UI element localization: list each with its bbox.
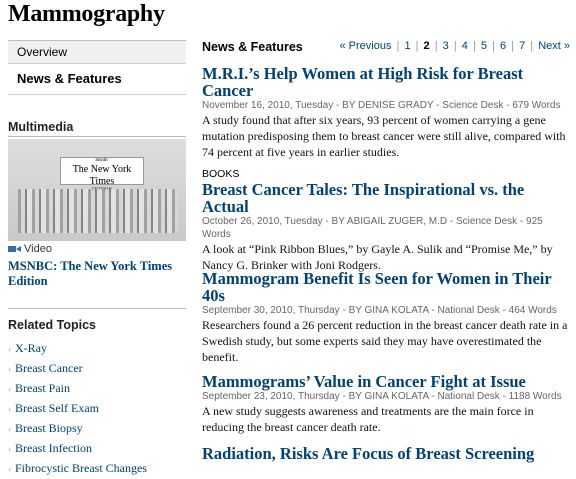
pager-page-link[interactable]: 6 [500,40,506,52]
article-headline-link[interactable]: M.R.I.’s Help Women at High Risk for Bre… [202,65,574,99]
related-topic-label: Breast Infection [15,441,92,455]
multimedia-heading: Multimedia [8,120,74,134]
pagination: « Previous | 1 | 2 | 3 | 4 | 5 | 6 | 7 |… [339,40,570,52]
bullet-icon: › [8,404,11,414]
divider [8,136,186,137]
related-topic-item[interactable]: › Breast Pain [8,378,186,398]
video-label: Video [8,243,52,255]
video-camera-icon [8,244,21,254]
pager-page-link[interactable]: 7 [519,40,525,52]
related-topic-item[interactable]: › Breast Biopsy [8,418,186,438]
related-topic-item[interactable]: › Fibrocystic Breast Changes [8,458,186,478]
pager-page-link[interactable]: 3 [443,40,449,52]
pager-page-link[interactable]: 4 [462,40,468,52]
article-summary: A study found that after six years, 93 p… [202,113,566,159]
related-topic-label: Breast Cancer [15,361,83,375]
pager-page-link[interactable]: 1 [404,40,410,52]
article-summary: A new study suggests awareness and treat… [202,404,534,434]
thumbnail-logo-text: The New York Times [72,164,132,187]
article-byline: October 26, 2010, Tuesday - BY ABIGAIL Z… [202,216,543,240]
thumbnail-card: msnbc The New York Times EDITION [60,157,144,193]
related-topic-item[interactable]: › Breast Infection [8,438,186,458]
article-headline-link[interactable]: Breast Cancer Tales: The Inspirational v… [202,181,574,215]
nav-overview[interactable]: Overview [8,40,186,64]
sidebar: Overview News & Features Multimedia msnb… [8,40,186,475]
related-topic-item[interactable]: › Breast Cancer [8,358,186,378]
article-item: BOOKS Breast Cancer Tales: The Inspirati… [202,168,574,273]
pager-current-page: 2 [423,40,430,52]
bullet-icon: › [8,344,11,354]
article-item: Mammogram Benefit Is Seen for Women in T… [202,270,574,365]
bullet-icon: › [8,364,11,374]
bullet-icon: › [8,384,11,394]
pager-separator: | [530,40,534,52]
pager-previous-link[interactable]: « Previous [339,40,391,52]
pager-next-link[interactable]: Next » [538,40,570,52]
video-title-link[interactable]: MSNBC: The New York Times Edition [8,259,188,289]
video-thumbnail[interactable]: msnbc The New York Times EDITION [8,139,186,241]
pager-separator: | [434,40,438,52]
article-headline-link[interactable]: Radiation, Risks Are Focus of Breast Scr… [202,445,574,462]
pager-separator: | [396,40,400,52]
article-item: Mammograms’ Value in Cancer Fight at Iss… [202,373,574,435]
article-item: M.R.I.’s Help Women at High Risk for Bre… [202,65,574,160]
pager-page-link[interactable]: 5 [481,40,487,52]
section-title: News & Features [202,40,303,54]
page-title: Mammography [8,1,165,27]
related-topic-label: Fibrocystic Breast Changes [15,461,147,475]
article-summary: Researchers found a 26 percent reduction… [202,318,568,364]
article-byline: September 23, 2010, Thursday - BY GINA K… [202,391,562,402]
related-topic-item[interactable]: › Breast Self Exam [8,398,186,418]
newspaper-stack-image [18,189,178,233]
bullet-icon: › [8,424,11,434]
video-label-text: Video [24,243,52,255]
article-kicker: BOOKS [202,168,240,180]
pager-separator: | [492,40,495,52]
article-byline: September 30, 2010, Thursday - BY GINA K… [202,305,557,316]
related-topic-label: Breast Pain [15,381,70,395]
related-topic-label: X-Ray [15,341,47,355]
related-topic-label: Breast Self Exam [15,401,99,415]
pager-separator: | [511,40,515,52]
pager-separator: | [472,40,476,52]
article-headline-link[interactable]: Mammograms’ Value in Cancer Fight at Iss… [202,373,574,390]
related-topics-list: › X-Ray › Breast Cancer › Breast Pain › Brea… [8,338,186,478]
article-item: Radiation, Risks Are Focus of Breast Scr… [202,445,574,462]
related-topic-label: Breast Biopsy [15,421,83,435]
article-headline-link[interactable]: Mammogram Benefit Is Seen for Women in T… [202,270,574,304]
nav-news-features[interactable]: News & Features [8,64,186,95]
bullet-icon: › [8,444,11,454]
related-topic-item[interactable]: › X-Ray [8,338,186,358]
pager-separator: | [453,40,457,52]
divider [8,308,186,309]
related-topics-heading: Related Topics [8,318,96,332]
pager-separator: | [415,40,419,52]
bullet-icon: › [8,464,11,474]
article-byline: November 16, 2010, Tuesday - BY DENISE G… [202,100,561,111]
